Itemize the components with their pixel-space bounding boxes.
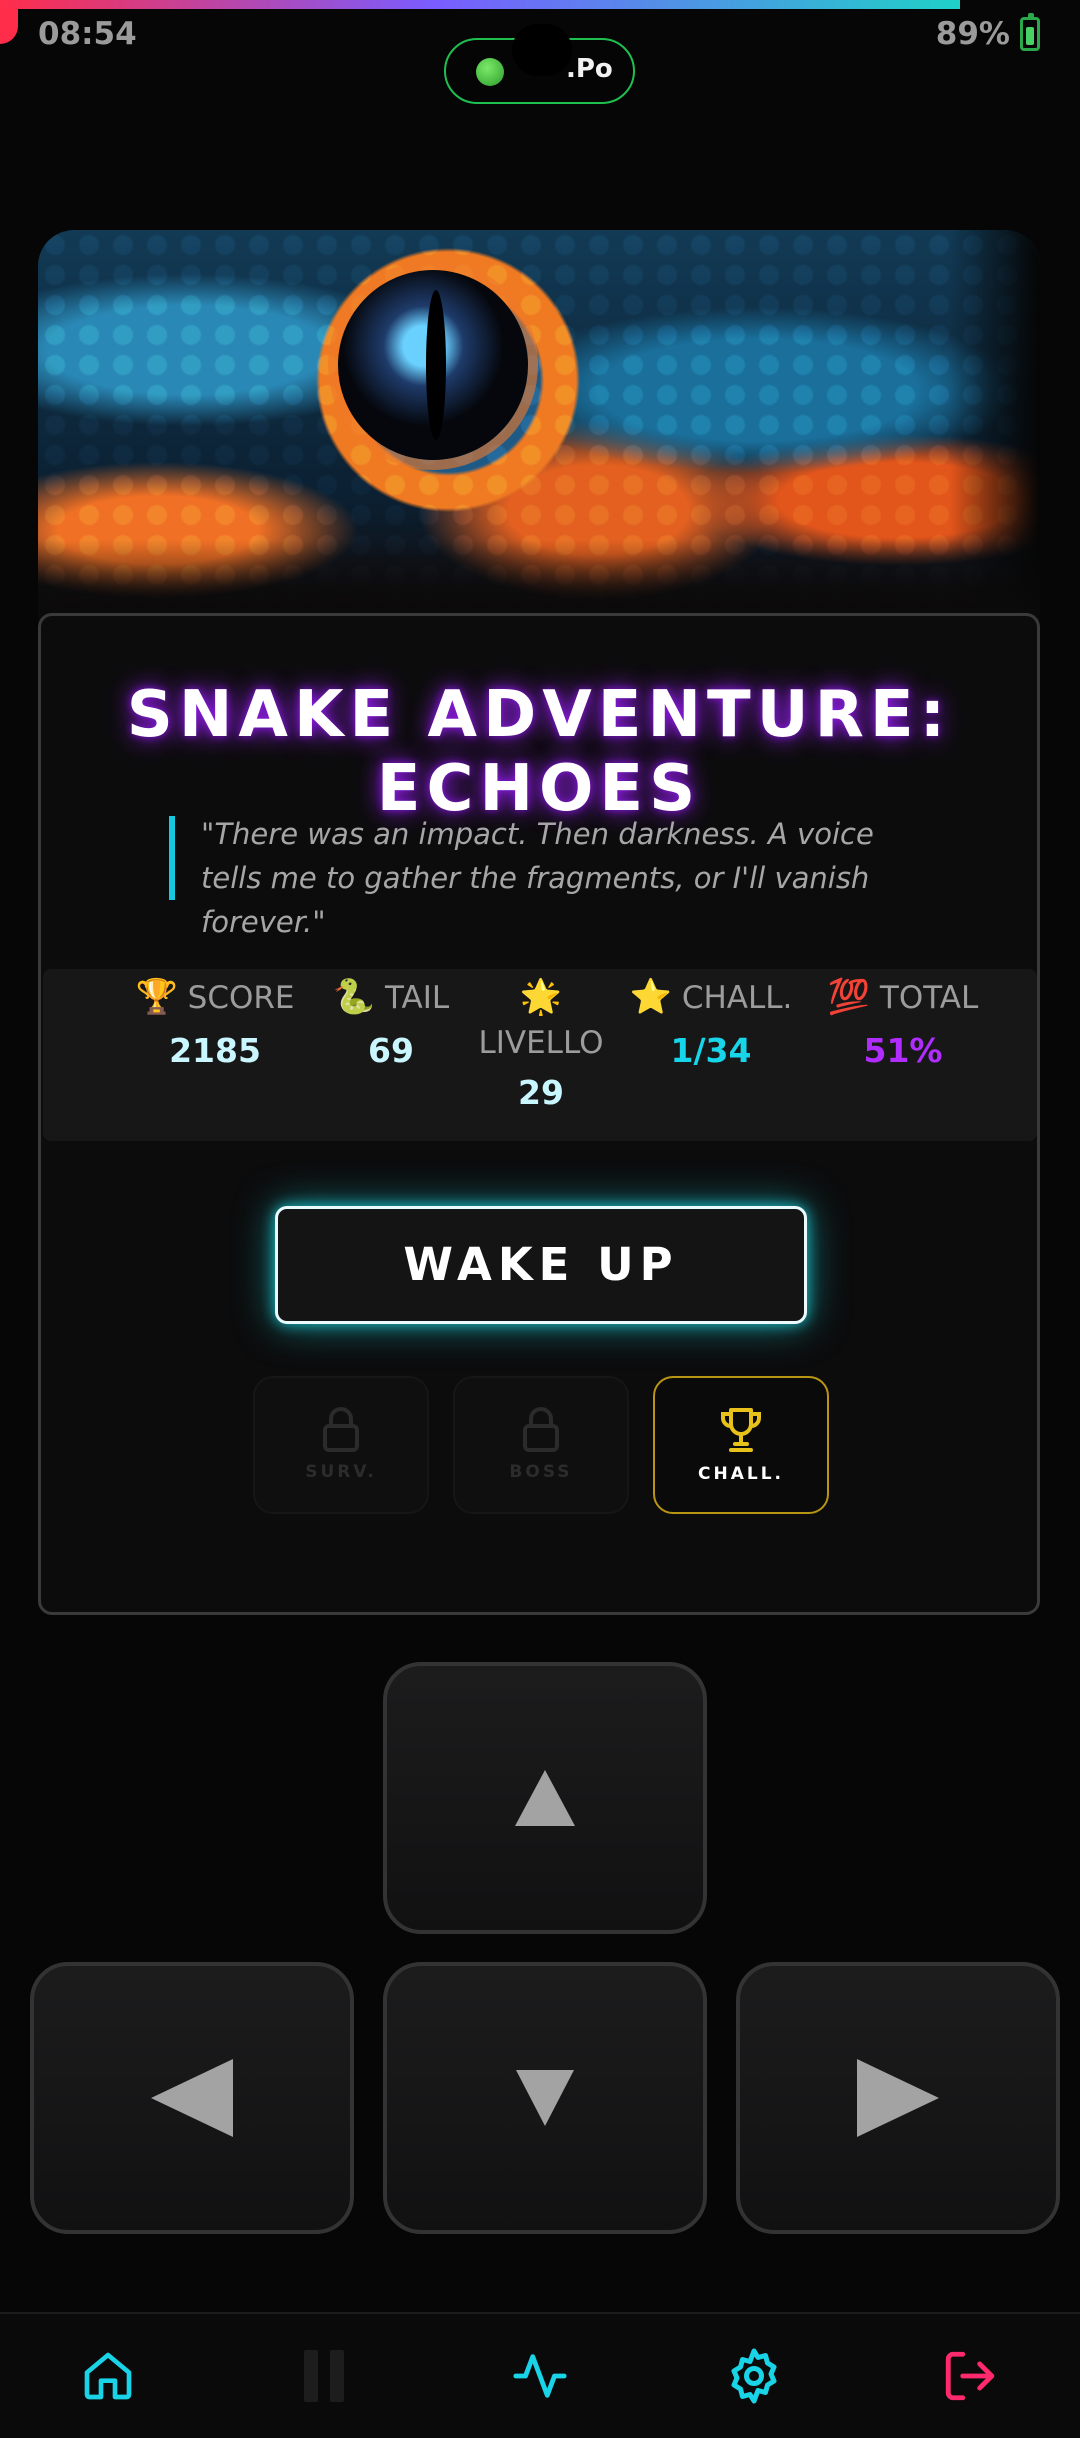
stat-total-header: 💯 TOTAL [803, 977, 1003, 1017]
dpad-down-arrow-wrap [387, 1966, 703, 2230]
top-progress-strip [0, 0, 960, 9]
dpad-up-arrow-wrap [387, 1666, 703, 1930]
status-pill[interactable]: .Po [444, 24, 635, 104]
down-arrow-icon [516, 2070, 574, 2126]
dpad-right-arrow-wrap [740, 1966, 1056, 2230]
stat-value: 69 [368, 1031, 414, 1070]
story-quote: "There was an impact. Then darkness. A v… [201, 817, 874, 939]
gear-icon [731, 2348, 777, 2404]
stat-score-header: 🏆 SCORE [115, 977, 315, 1017]
stat-tail: 🐍 TAIL 69 [311, 977, 471, 1070]
bottom-nav [0, 2312, 1080, 2438]
activity-icon [513, 2354, 567, 2398]
stat-label: CHALL. [681, 980, 793, 1016]
pill-label: .Po [566, 54, 613, 84]
stat-label: SCORE [187, 980, 295, 1016]
home-icon [84, 2352, 132, 2400]
trophy-emoji-icon: 🏆 [135, 977, 178, 1017]
nav-settings-button[interactable] [722, 2344, 786, 2408]
online-dot-icon [476, 58, 504, 86]
stat-challenge: ⭐ CHALL. 1/34 [611, 977, 811, 1070]
stat-label: TOTAL [879, 980, 979, 1016]
glowing-star-emoji-icon: 🌟 [519, 977, 563, 1017]
stat-value: 2185 [169, 1031, 261, 1070]
up-arrow-icon [515, 1770, 575, 1826]
hundred-emoji-icon: 💯 [827, 977, 871, 1017]
dpad-down-button[interactable] [383, 1962, 707, 2234]
snake-pupil [426, 290, 446, 440]
nav-pause-button[interactable] [292, 2344, 356, 2408]
stat-score: 🏆 SCORE 2185 [115, 977, 315, 1070]
mode-label: BOSS [509, 1462, 573, 1482]
mode-boss-button[interactable]: BOSS [453, 1376, 629, 1514]
stat-tail-header: 🐍 TAIL [311, 977, 471, 1017]
stat-value: 1/34 [670, 1031, 752, 1070]
trophy-icon [721, 1408, 761, 1452]
stat-value: 51% [863, 1031, 943, 1070]
mode-challenge-button[interactable]: CHALL. [653, 1376, 829, 1514]
hero-bottom-fade [38, 540, 1040, 620]
lock-icon [523, 1407, 559, 1452]
stat-label: LIVELLO [478, 1025, 604, 1061]
stat-level: 🌟 LIVELLO 29 [461, 977, 621, 1112]
game-title: SNAKE ADVENTURE: ECHOES [126, 678, 952, 826]
status-time: 08:54 [38, 16, 137, 52]
star-emoji-icon: ⭐ [629, 977, 672, 1017]
hero-snake-image [38, 230, 1040, 620]
left-arrow-icon [151, 2059, 233, 2137]
nav-logout-button[interactable] [938, 2344, 1002, 2408]
quote-accent-bar [169, 816, 175, 900]
nav-activity-button[interactable] [508, 2344, 572, 2408]
dpad-left-arrow-wrap [34, 1966, 350, 2230]
pause-icon [304, 2350, 344, 2402]
stat-label: TAIL [385, 980, 450, 1016]
battery-icon [1020, 13, 1040, 51]
mode-survival-button[interactable]: SURV. [253, 1376, 429, 1514]
mode-label: SURV. [305, 1462, 377, 1482]
stat-total: 💯 TOTAL 51% [803, 977, 1003, 1070]
dpad-right-button[interactable] [736, 1962, 1060, 2234]
battery-percent: 89% [935, 16, 1010, 52]
dpad-up-button[interactable] [383, 1662, 707, 1934]
wake-up-button[interactable]: WAKE UP [275, 1206, 807, 1324]
status-battery: 89% [935, 13, 1040, 52]
dpad-left-button[interactable] [30, 1962, 354, 2234]
stat-challenge-header: ⭐ CHALL. [611, 977, 811, 1017]
stat-value: 29 [518, 1073, 564, 1112]
game-card: SNAKE ADVENTURE: ECHOES "There was an im… [38, 613, 1040, 1615]
stat-level-emoji-row: 🌟 [461, 977, 621, 1017]
camera-notch [512, 24, 572, 76]
stats-panel: 🏆 SCORE 2185 🐍 TAIL 69 🌟 LIVELLO 29 ⭐ CH… [43, 969, 1037, 1141]
right-arrow-icon [857, 2059, 939, 2137]
logout-icon [945, 2351, 995, 2401]
nav-home-button[interactable] [76, 2344, 140, 2408]
snake-emoji-icon: 🐍 [332, 977, 376, 1017]
lock-icon [323, 1407, 359, 1452]
mode-label: CHALL. [698, 1464, 784, 1484]
